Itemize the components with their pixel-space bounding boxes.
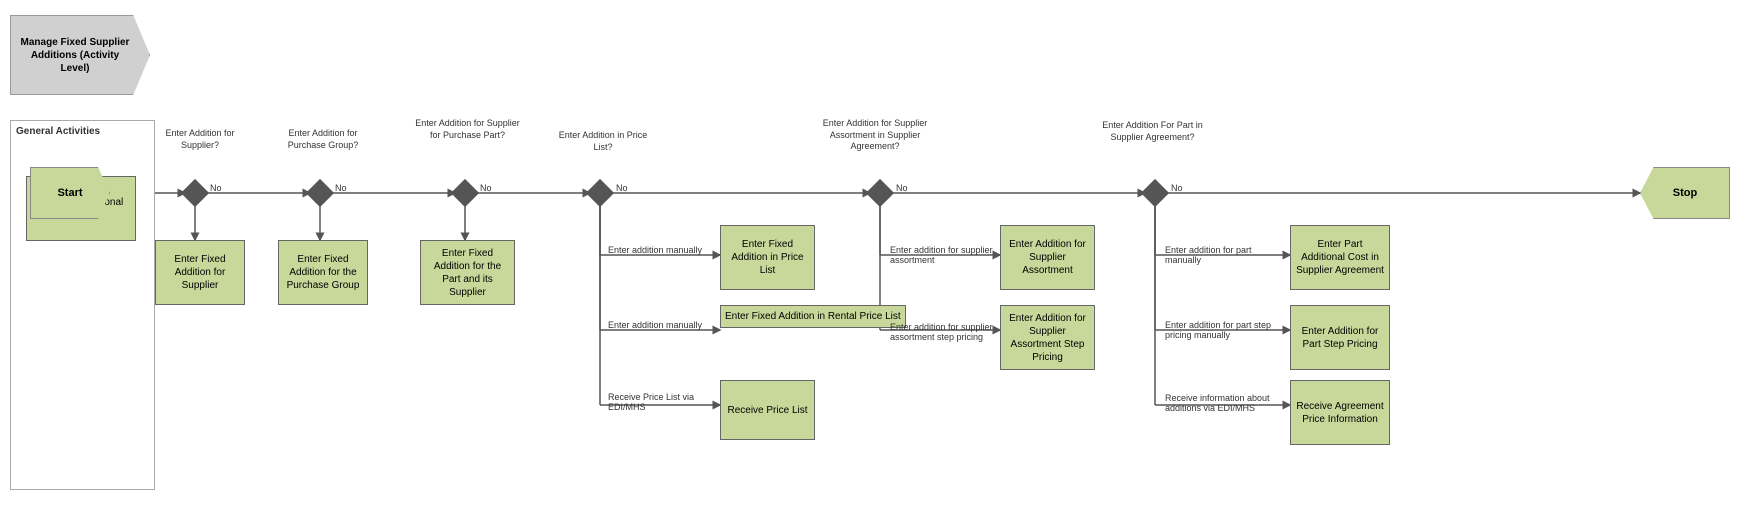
- enter-part-manually-label: Enter addition for part manually: [1165, 245, 1280, 265]
- decision-6-label: Enter Addition For Part in Supplier Agre…: [1095, 120, 1210, 143]
- decision-2-label: Enter Addition for Purchase Group?: [278, 128, 368, 151]
- decision-3-label: Enter Addition for Supplier for Purchase…: [415, 118, 520, 141]
- fixed-rental-price-list-activity[interactable]: Enter Fixed Addition in Rental Price Lis…: [720, 305, 906, 328]
- enter-assortment-step-label: Enter addition for supplier assortment s…: [890, 322, 995, 342]
- decision-1: [181, 179, 209, 207]
- fixed-part-supplier-activity[interactable]: Enter Fixed Addition for the Part and it…: [420, 240, 515, 305]
- supplier-assortment-activity[interactable]: Enter Addition for Supplier Assortment: [1000, 225, 1095, 290]
- diagram-title: Manage Fixed Supplier Additions (Activit…: [10, 15, 150, 95]
- decision-1-label: Enter Addition for Supplier?: [155, 128, 245, 151]
- decision-4-label: Enter Addition in Price List?: [558, 130, 648, 153]
- fixed-purchase-group-activity[interactable]: Enter Fixed Addition for the Purchase Gr…: [278, 240, 368, 305]
- d2-no-label: No: [335, 183, 347, 193]
- receive-via-edi-label: Receive information about additions via …: [1165, 393, 1280, 413]
- d1-no-label: No: [210, 183, 222, 193]
- enter-manually-2-label: Enter addition manually: [608, 320, 713, 330]
- d5-no-label: No: [896, 183, 908, 193]
- d4-no-label: No: [616, 183, 628, 193]
- decision-5-label: Enter Addition for Supplier Assortment i…: [820, 118, 930, 153]
- receive-pricelist-label: Receive Price List via EDI/MHS: [608, 392, 718, 412]
- receive-price-list-activity[interactable]: Receive Price List: [720, 380, 815, 440]
- part-additional-cost-activity[interactable]: Enter Part Additional Cost in Supplier A…: [1290, 225, 1390, 290]
- start-shape: Start: [30, 167, 110, 219]
- fixed-supplier-activity[interactable]: Enter Fixed Addition for Supplier: [155, 240, 245, 305]
- enter-manually-1-label: Enter addition manually: [608, 245, 713, 255]
- d3-no-label: No: [480, 183, 492, 193]
- flow-lines: [0, 0, 1760, 520]
- decision-4: [586, 179, 614, 207]
- part-step-pricing-activity[interactable]: Enter Addition for Part Step Pricing: [1290, 305, 1390, 370]
- stop-shape: Stop: [1640, 167, 1730, 219]
- decision-6: [1141, 179, 1169, 207]
- receive-agreement-price-activity[interactable]: Receive Agreement Price Information: [1290, 380, 1390, 445]
- decision-5: [866, 179, 894, 207]
- d6-no-label: No: [1171, 183, 1183, 193]
- decision-2: [306, 179, 334, 207]
- decision-3: [451, 179, 479, 207]
- diagram-canvas: Manage Fixed Supplier Additions (Activit…: [0, 0, 1760, 520]
- assortment-step-activity[interactable]: Enter Addition for Supplier Assortment S…: [1000, 305, 1095, 370]
- enter-part-step-manually-label: Enter addition for part step pricing man…: [1165, 320, 1280, 340]
- enter-assortment-label: Enter addition for supplier assortment: [890, 245, 995, 265]
- general-activities-label: General Activities: [16, 126, 100, 137]
- fixed-price-list-activity[interactable]: Enter Fixed Addition in Price List: [720, 225, 815, 290]
